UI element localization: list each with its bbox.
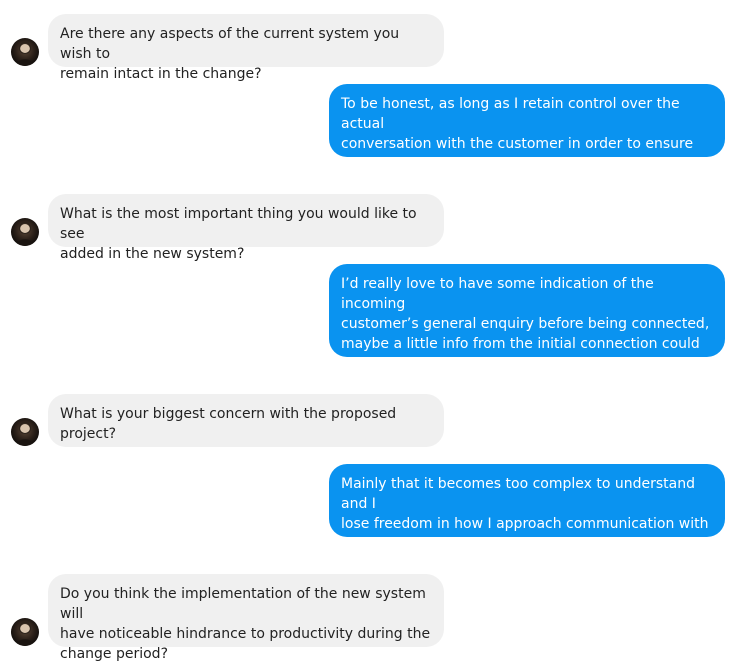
message-incoming: Do you think the implementation of the n… [48, 574, 444, 662]
contact-avatar[interactable] [11, 38, 39, 66]
message-incoming: What is the most important thing you wou… [48, 194, 444, 262]
message-outgoing: Mainly that it becomes too complex to un… [329, 464, 725, 552]
avatar-photo-icon [16, 622, 34, 646]
contact-avatar[interactable] [11, 418, 39, 446]
contact-avatar[interactable] [11, 618, 39, 646]
message-incoming: Are there any aspects of the current sys… [48, 14, 444, 82]
avatar-photo-icon [16, 422, 34, 446]
avatar-photo-icon [16, 222, 34, 246]
message-outgoing: To be honest, as long as I retain contro… [329, 84, 725, 192]
avatar-photo-icon [16, 42, 34, 66]
chat-thread: Are there any aspects of the current sys… [0, 0, 752, 662]
contact-avatar[interactable] [11, 218, 39, 246]
message-outgoing: I’d really love to have some indication … [329, 264, 725, 372]
message-incoming: What is your biggest concern with the pr… [48, 394, 444, 447]
